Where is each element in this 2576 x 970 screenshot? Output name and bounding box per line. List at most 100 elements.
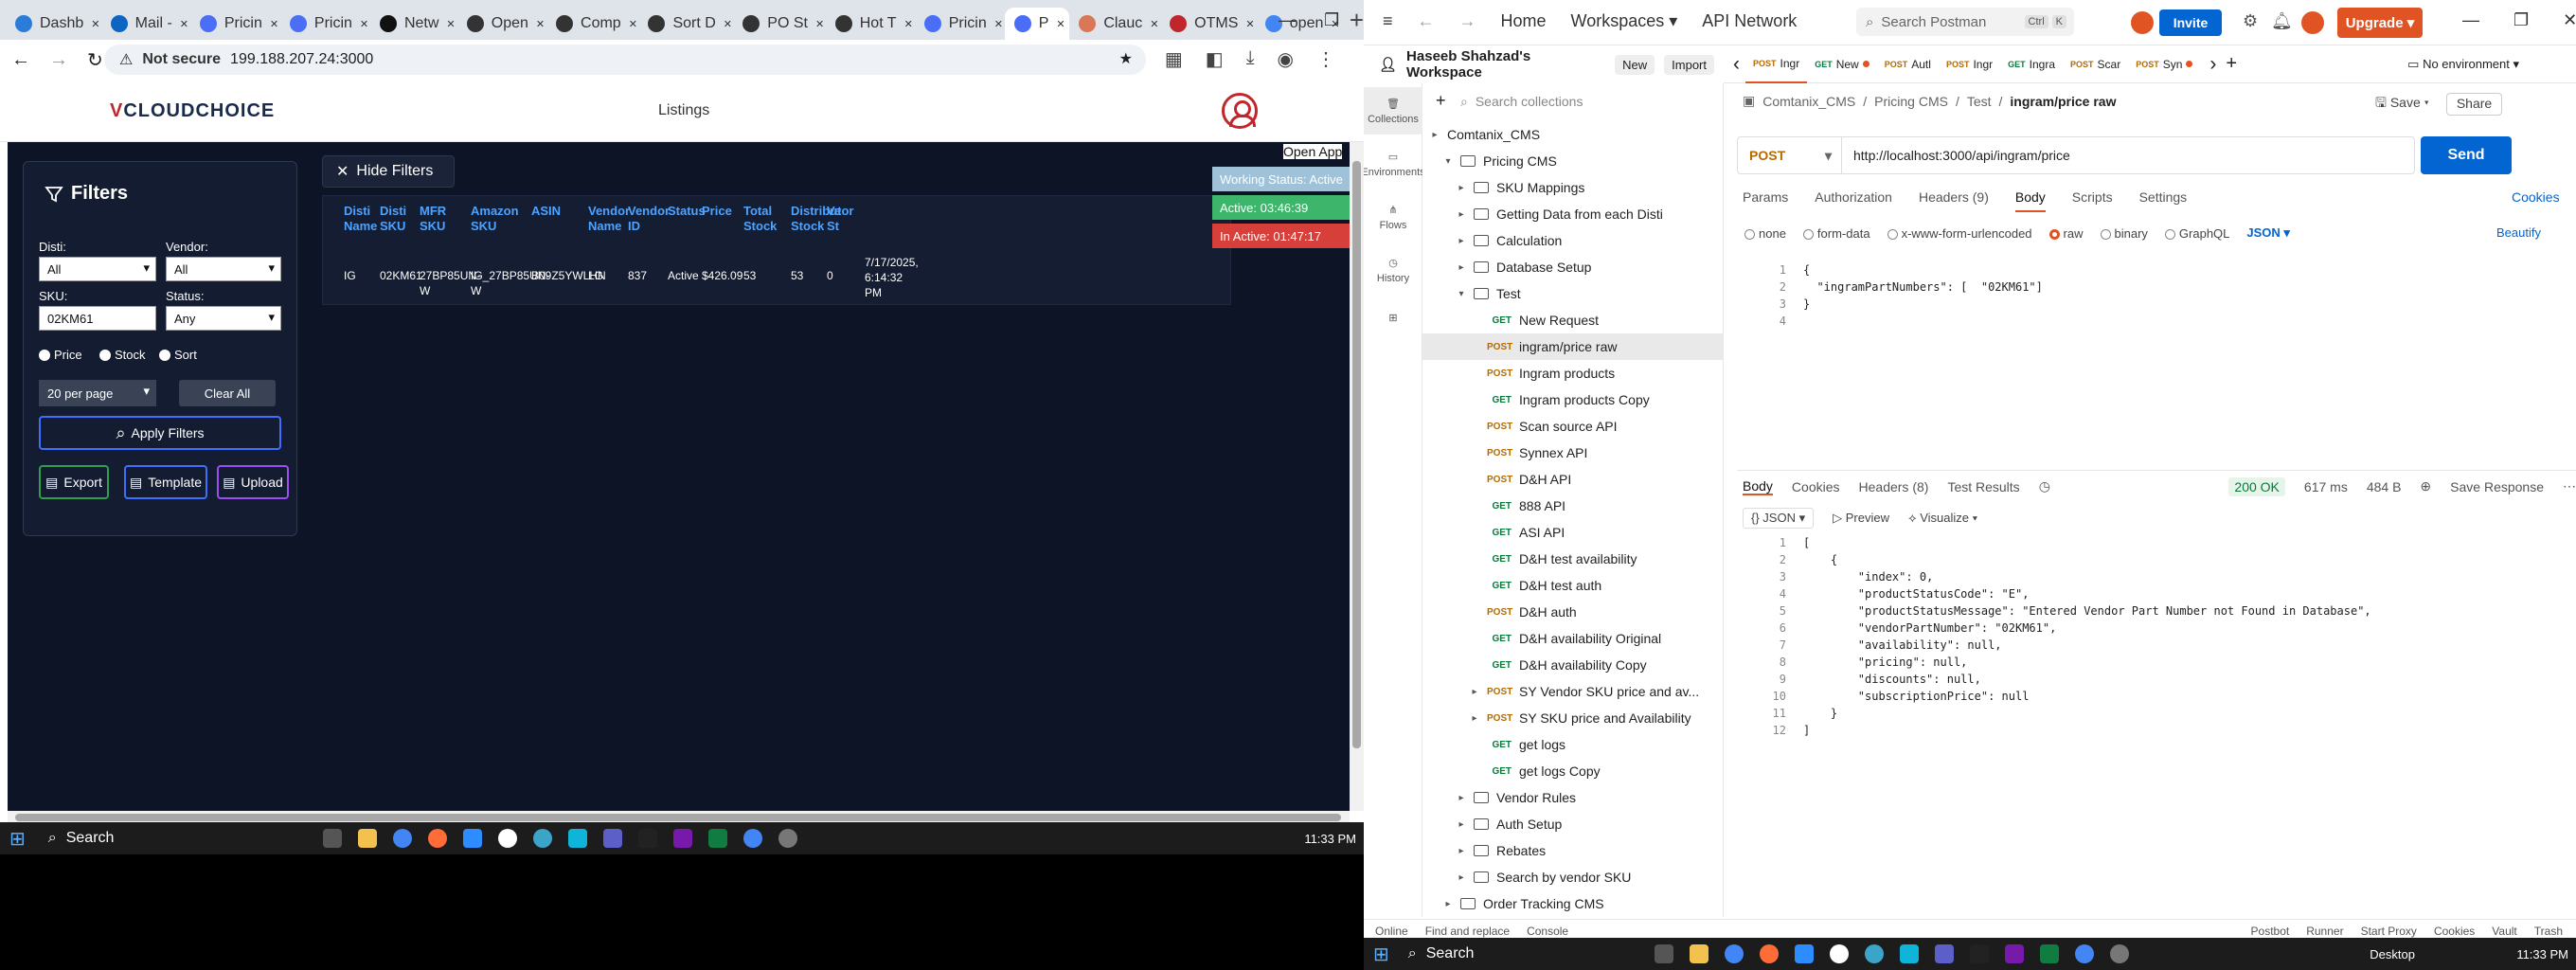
chrome-icon[interactable] <box>742 829 762 848</box>
task-view-icon[interactable] <box>1654 944 1673 963</box>
body-type-radio[interactable]: binary <box>2100 226 2148 241</box>
radio-price[interactable]: Price <box>39 348 82 362</box>
beautify-link[interactable]: Beautify <box>2496 225 2541 240</box>
url-text[interactable]: 199.188.207.24:3000 <box>230 51 373 68</box>
radio-sort[interactable]: Sort <box>159 348 197 362</box>
find-replace-button[interactable]: Find and replace <box>1425 925 1510 938</box>
export-button[interactable]: ▤ Export <box>39 465 109 499</box>
app-icon[interactable] <box>497 829 517 848</box>
extension-icon[interactable]: ▦ <box>1165 47 1183 71</box>
chevron-right-icon[interactable]: ▸ <box>1455 236 1468 246</box>
browser-tab[interactable]: Pricin ✕ <box>190 8 280 40</box>
chevron-right-icon[interactable]: ▸ <box>1428 130 1441 140</box>
request-tab[interactable]: POST Scar <box>2063 45 2128 83</box>
body-format-select[interactable]: JSON ▾ <box>2246 225 2290 241</box>
tree-item[interactable]: ▸ POST SY Vendor SKU price and av... <box>1422 678 1724 705</box>
app-icon[interactable] <box>1829 944 1849 963</box>
postbot-button[interactable]: Postbot <box>2251 925 2290 938</box>
settings-icon[interactable]: ⚙ <box>2243 11 2258 31</box>
taskbar-search[interactable]: ⌕ Search <box>48 830 266 847</box>
breadcrumb-item[interactable]: Comtanix_CMS <box>1762 94 1855 109</box>
sku-input[interactable]: 02KM61 <box>39 306 156 331</box>
response-format-select[interactable]: {} JSON ▾ <box>1743 508 1815 529</box>
request-name[interactable]: ingram/price raw <box>2010 94 2116 109</box>
browser-tab[interactable]: Pricin ✕ <box>915 8 1005 40</box>
upload-button[interactable]: ▤ Upload <box>217 465 289 499</box>
table-header[interactable]: Total Stock <box>743 204 787 234</box>
new-button[interactable]: New <box>1615 54 1655 75</box>
request-config-tab[interactable]: Scripts <box>2072 189 2113 212</box>
scrollbar-thumb[interactable] <box>1352 161 1361 748</box>
close-icon[interactable]: ✕ <box>180 18 188 30</box>
vertical-scrollbar[interactable] <box>1350 142 1364 811</box>
table-header[interactable]: Disti Name <box>344 204 377 234</box>
chrome-icon[interactable] <box>1724 944 1744 963</box>
maximize-icon[interactable]: ❐ <box>2513 10 2529 30</box>
tree-item[interactable]: ▸ SKU Mappings <box>1422 174 1724 201</box>
browser-tab[interactable]: Hot T ✕ <box>826 8 915 40</box>
chrome-icon[interactable] <box>2074 944 2094 963</box>
import-button[interactable]: Import <box>1664 54 1714 75</box>
share-button[interactable]: Share <box>2445 93 2503 116</box>
minimize-icon[interactable]: — <box>2462 10 2479 30</box>
back-icon[interactable]: ← <box>11 49 30 71</box>
rail-collections[interactable]: 🗑︎ Collections <box>1364 87 1422 135</box>
zoom-icon[interactable] <box>462 829 482 848</box>
chevron-right-icon[interactable]: ▸ <box>1441 899 1455 909</box>
onenote-icon[interactable] <box>2004 944 2024 963</box>
puzzle-icon[interactable]: ◧ <box>1206 47 1224 71</box>
request-tab[interactable]: POST Ingr <box>1939 45 2000 83</box>
avatar[interactable] <box>2301 11 2324 34</box>
tree-item[interactable]: POST D&H auth <box>1422 599 1724 625</box>
address-bar[interactable]: ⚠ Not secure 199.188.207.24:3000 ★ <box>104 45 1146 75</box>
bell-icon[interactable]: 🔔︎ <box>2271 11 2293 31</box>
chevron-left-icon[interactable]: ‹ <box>1733 53 1740 76</box>
excel-icon[interactable] <box>707 829 727 848</box>
chevron-right-icon[interactable]: ▸ <box>1455 209 1468 220</box>
tree-item[interactable]: GET ASI API <box>1422 519 1724 546</box>
tree-item[interactable]: ▸ Rebates <box>1422 837 1724 864</box>
tree-item[interactable]: ▸ POST SY SKU price and Availability <box>1422 705 1724 731</box>
send-button[interactable]: Send <box>2421 136 2512 174</box>
body-type-radio[interactable]: GraphQL <box>2164 226 2229 241</box>
rail-environments[interactable]: ▭ Environments <box>1364 140 1425 188</box>
status-online[interactable]: Online <box>1375 925 1408 938</box>
postman-logo-icon[interactable] <box>2131 11 2154 34</box>
tree-item[interactable]: GET 888 API <box>1422 493 1724 519</box>
browser-tab[interactable]: P ✕ <box>1004 8 1070 40</box>
browser-tab[interactable]: Netw ✕ <box>370 8 457 40</box>
rail-history[interactable]: ◷ History <box>1364 246 1422 294</box>
request-tab[interactable]: GET Ingra <box>2000 45 2063 83</box>
nav-workspaces[interactable]: Workspaces ▾ <box>1571 11 1678 31</box>
chevron-right-icon[interactable]: ▸ <box>1455 793 1468 803</box>
chevron-right-icon[interactable]: ▸ <box>1455 183 1468 193</box>
app-icon[interactable] <box>1899 944 1919 963</box>
chevron-right-icon[interactable]: ▸ <box>1468 687 1481 697</box>
tree-item[interactable]: GET get logs <box>1422 731 1724 758</box>
tree-item[interactable]: ▸ Getting Data from each Disti <box>1422 201 1724 227</box>
tree-item[interactable]: ▸ Database Setup <box>1422 254 1724 280</box>
console-button[interactable]: Console <box>1527 925 1568 938</box>
body-type-radio[interactable]: form-data <box>1802 226 1870 241</box>
explorer-icon[interactable] <box>357 829 377 848</box>
close-icon[interactable]: ✕ <box>904 18 913 30</box>
browser-tab[interactable]: Pricin ✕ <box>280 8 370 40</box>
start-proxy-button[interactable]: Start Proxy <box>2361 925 2417 938</box>
request-config-tab[interactable]: Params <box>1743 189 1788 212</box>
tree-item[interactable]: ▸ Order Tracking CMS <box>1422 890 1724 917</box>
windows-icon[interactable]: ⊞ <box>1373 943 1389 966</box>
table-header[interactable]: Vendor ID <box>628 204 670 234</box>
table-header[interactable]: Disti SKU <box>380 204 416 234</box>
postman-icon[interactable] <box>427 829 447 848</box>
url-input[interactable]: http://localhost:3000/api/ingram/price <box>1842 148 2070 163</box>
request-tab[interactable]: GET New <box>1807 45 1877 83</box>
rail-flows[interactable]: ⋔ Flows <box>1364 193 1422 241</box>
response-tab[interactable]: Body <box>1743 478 1773 495</box>
request-config-tab[interactable]: Authorization <box>1815 189 1892 212</box>
logo[interactable]: VCLOUDCHOICE <box>110 100 275 122</box>
tree-item[interactable]: ▸ Search by vendor SKU <box>1422 864 1724 890</box>
onenote-icon[interactable] <box>672 829 692 848</box>
postman-search[interactable]: ⌕ Search Postman Ctrl K <box>1856 8 2074 36</box>
history-icon[interactable]: ◷ <box>2039 478 2050 494</box>
tree-item[interactable]: ▸ Vendor Rules <box>1422 784 1724 811</box>
